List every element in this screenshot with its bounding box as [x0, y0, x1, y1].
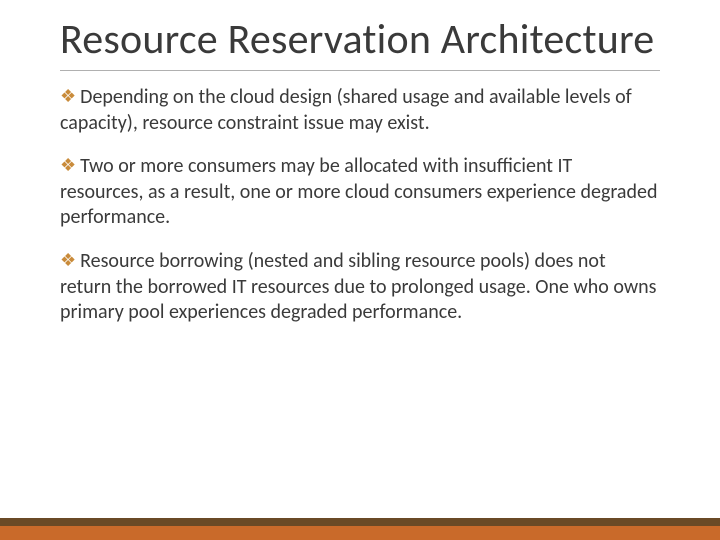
- content-area: Resource Reservation Architecture ❖Depen…: [60, 18, 660, 344]
- diamond-bullet-icon: ❖: [60, 85, 76, 108]
- footer-bar-bottom-stripe: [0, 526, 720, 540]
- diamond-bullet-icon: ❖: [60, 249, 76, 272]
- bullet-text: Resource borrowing (nested and sibling r…: [60, 249, 656, 324]
- bullet-item: ❖Two or more consumers may be allocated …: [60, 154, 660, 231]
- bullet-list: ❖Depending on the cloud design (shared u…: [60, 85, 660, 326]
- bullet-item: ❖Depending on the cloud design (shared u…: [60, 85, 660, 136]
- footer-accent-bar: [0, 518, 720, 540]
- diamond-bullet-icon: ❖: [60, 154, 76, 177]
- slide-title: Resource Reservation Architecture: [60, 18, 660, 62]
- bullet-text: Two or more consumers may be allocated w…: [60, 154, 657, 229]
- title-underline: [60, 70, 660, 71]
- footer-bar-top-stripe: [0, 518, 720, 526]
- bullet-item: ❖Resource borrowing (nested and sibling …: [60, 249, 660, 326]
- bullet-text: Depending on the cloud design (shared us…: [60, 85, 632, 135]
- slide: Resource Reservation Architecture ❖Depen…: [0, 0, 720, 540]
